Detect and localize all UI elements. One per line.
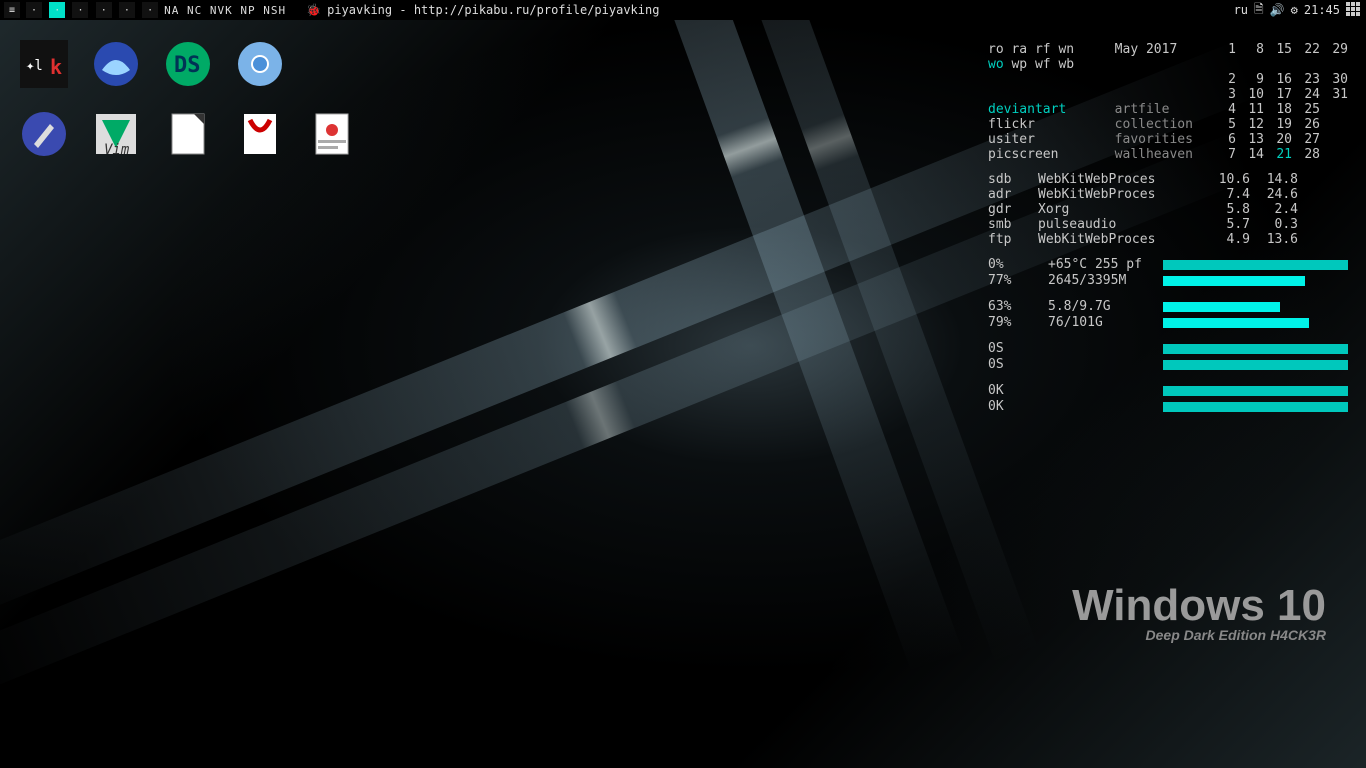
cal-day: 2 [1216, 72, 1236, 87]
desktop-icon-master-pdf[interactable] [232, 106, 288, 162]
link-usiter[interactable]: usiter [988, 132, 1115, 147]
usage-bar: 0K [988, 399, 1348, 414]
usage-bar: 77%2645/3395M [988, 273, 1348, 288]
bug-icon: 🐞 [306, 3, 321, 17]
menu-icon[interactable]: ≡ [4, 2, 20, 18]
link-wallheaven[interactable]: wallheaven [1115, 147, 1216, 162]
cal-day: 7 [1216, 147, 1236, 162]
workspace-6[interactable]: · [142, 2, 158, 18]
usage-bar: 0%+65°C 255 pf [988, 257, 1348, 272]
cal-day: 22 [1300, 42, 1320, 72]
cal-day: 28 [1300, 147, 1320, 162]
window-title: piyavking - http://pikabu.ru/profile/piy… [327, 3, 659, 17]
title-url: http://pikabu.ru/profile/piyavking [414, 3, 660, 17]
cal-day: 20 [1272, 132, 1292, 147]
usage-bar: 0S [988, 341, 1348, 356]
usage-bar: 0K [988, 383, 1348, 398]
cal-day: 11 [1244, 102, 1264, 117]
desktop-icon-scribus[interactable] [16, 106, 72, 162]
cal-day [1328, 132, 1348, 147]
cal-day: 1 [1216, 42, 1236, 72]
cal-day: 18 [1272, 102, 1292, 117]
desktop-icon-chromium[interactable] [232, 36, 288, 92]
svg-text:Vim: Vim [104, 142, 130, 158]
clock: 21:45 [1304, 3, 1340, 17]
process-row: ftpWebKitWebProces4.913.6 [988, 232, 1348, 247]
cal-day: 30 [1328, 72, 1348, 87]
cal-day: 15 [1272, 42, 1292, 72]
hr2-0: wo [988, 57, 1004, 72]
cal-day: 19 [1272, 117, 1292, 132]
cal-day: 14 [1244, 147, 1264, 162]
cal-day: 27 [1300, 132, 1320, 147]
cpu-icon[interactable]: ⚙ [1291, 3, 1298, 17]
cal-day: 29 [1328, 42, 1348, 72]
link-picscreen[interactable]: picscreen [988, 147, 1115, 162]
cal-day: 9 [1244, 72, 1264, 87]
process-row: smbpulseaudio5.70.3 [988, 217, 1348, 232]
link-collection[interactable]: collection [1115, 117, 1216, 132]
workspace-2[interactable]: · [49, 2, 65, 18]
cal-day [1328, 102, 1348, 117]
cal-day: 13 [1244, 132, 1264, 147]
cal-day: 26 [1300, 117, 1320, 132]
cal-day: 12 [1244, 117, 1264, 132]
title-user: piyavking [327, 3, 392, 17]
process-row: gdrXorg5.82.4 [988, 202, 1348, 217]
desktop-icon-latex-lk[interactable]: ✦l k [16, 36, 72, 92]
svg-text:✦l: ✦l [26, 58, 43, 74]
desktop-icon-ds-app[interactable]: DS [160, 36, 216, 92]
workspace-3[interactable]: · [72, 2, 88, 18]
cal-day: 3 [1216, 87, 1236, 102]
kb-layout[interactable]: ru [1234, 3, 1248, 17]
cal-day: 23 [1300, 72, 1320, 87]
system-monitor: ro ra rf wn wo wp wf wb May 2017 1815222… [988, 42, 1348, 415]
svg-text:DS: DS [174, 53, 201, 78]
cal-day: 6 [1216, 132, 1236, 147]
usage-bar: 63%5.8/9.7G [988, 299, 1348, 314]
cal-day: 16 [1272, 72, 1292, 87]
month: May 2017 [1115, 42, 1216, 72]
usage-bar: 79%76/101G [988, 315, 1348, 330]
cal-day [1328, 117, 1348, 132]
desktop-icon-libreoffice[interactable] [160, 106, 216, 162]
desktop-icons: ✦l k DS Vim [16, 36, 360, 162]
process-row: adrWebKitWebProces7.424.6 [988, 187, 1348, 202]
apps-grid-icon[interactable] [1346, 2, 1362, 18]
process-row: sdbWebKitWebProces10.614.8 [988, 172, 1348, 187]
link-flickr[interactable]: flickr [988, 117, 1115, 132]
workspace-4[interactable]: · [96, 2, 112, 18]
cal-day: 21 [1272, 147, 1292, 162]
title-sep: - [392, 3, 414, 17]
link-artfile[interactable]: artfile [1115, 102, 1216, 117]
usage-bar: 0S [988, 357, 1348, 372]
link-deviantart[interactable]: deviantart [988, 102, 1115, 117]
cal-day: 5 [1216, 117, 1236, 132]
watermark-title: Windows 10 [1072, 581, 1326, 631]
desktop-icon-evince[interactable] [304, 106, 360, 162]
workspace-1[interactable]: · [26, 2, 42, 18]
cal-day: 31 [1328, 87, 1348, 102]
top-panel: ≡ · · · · · · NA NC NVK NP NSH 🐞 piyavki… [0, 0, 1366, 20]
cal-day: 8 [1244, 42, 1264, 72]
workspace-5[interactable]: · [119, 2, 135, 18]
cal-day: 10 [1244, 87, 1264, 102]
desktop-icon-seamonkey[interactable] [88, 36, 144, 92]
watermark: Windows 10 Deep Dark Edition H4CK3R [1072, 581, 1326, 643]
desktop-icon-gvim[interactable]: Vim [88, 106, 144, 162]
cal-day: 4 [1216, 102, 1236, 117]
link-favorities[interactable]: favorities [1115, 132, 1216, 147]
audio-icon[interactable]: 🔊 [1270, 3, 1285, 17]
svg-text:k: k [50, 55, 62, 79]
battery-icon[interactable]: 🗎 [1254, 0, 1264, 21]
cal-day: 17 [1272, 87, 1292, 102]
cal-day [1328, 147, 1348, 162]
cal-day: 24 [1300, 87, 1320, 102]
cal-day: 25 [1300, 102, 1320, 117]
indicators: NA NC NVK NP NSH [164, 4, 286, 17]
